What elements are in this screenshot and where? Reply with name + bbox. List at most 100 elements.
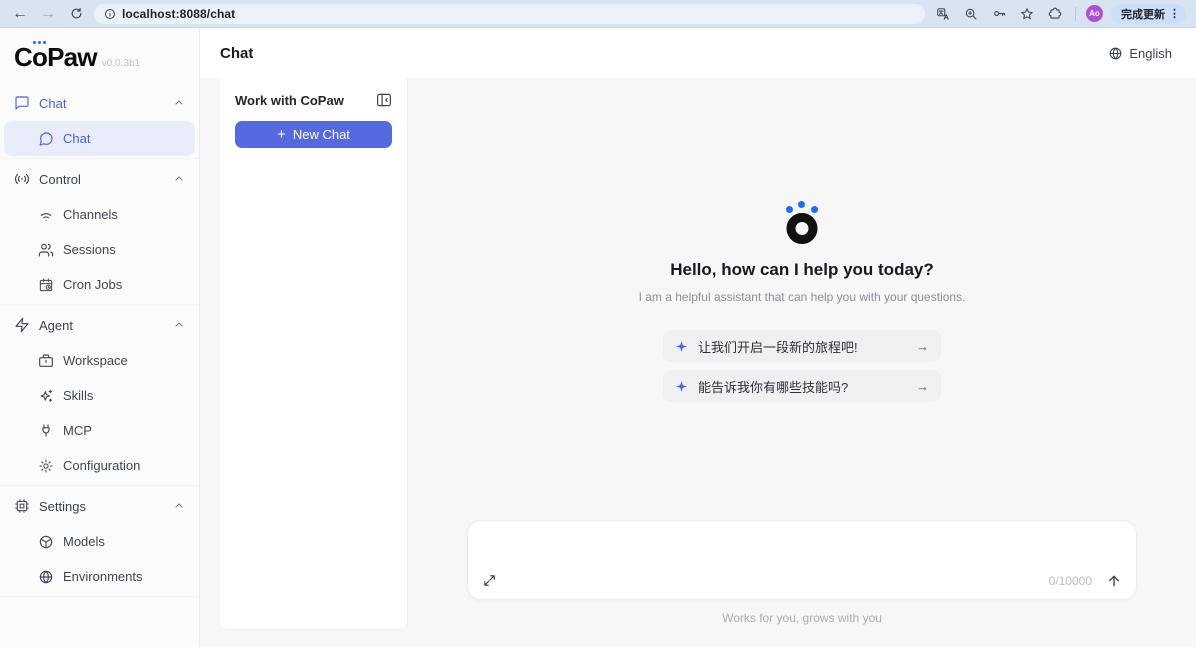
section-label: Control [39, 171, 81, 187]
extensions-icon[interactable] [1045, 4, 1065, 24]
profile-avatar[interactable]: Ao [1086, 5, 1103, 22]
sidebar-item-mcp[interactable]: MCP [0, 413, 199, 448]
app-shell: CoPaw v0.0.3b1 Chat Chat Control Channel… [0, 28, 1196, 647]
suggestion-text: 让我们开启一段新的旅程吧! [697, 339, 858, 355]
section-label: Chat [39, 95, 67, 111]
page-title: Chat [220, 44, 254, 62]
collapse-panel-icon[interactable] [375, 91, 393, 109]
model-sphere-icon [38, 534, 54, 550]
translate-icon[interactable] [933, 4, 953, 24]
users-icon [38, 242, 54, 258]
item-label: Channels [63, 207, 118, 222]
bookmark-star-icon[interactable] [1017, 4, 1037, 24]
broadcast-icon [14, 171, 30, 187]
wifi-icon [38, 207, 54, 223]
greeting-title: Hello, how can I help you today? [670, 260, 934, 279]
browser-reload-button[interactable] [66, 4, 86, 24]
arrow-right-icon: → [915, 378, 929, 394]
new-chat-button[interactable]: + New Chat [235, 121, 392, 148]
sidebar-item-models[interactable]: Models [0, 524, 199, 559]
content-area: Chat English Work with CoPaw + New Chat … [200, 28, 1196, 647]
chat-list-panel: Work with CoPaw + New Chat [220, 78, 408, 630]
nav-group-control: Control Channels Sessions Cron Jobs [0, 159, 199, 305]
brand-c: C [14, 42, 33, 72]
sidebar-section-settings[interactable]: Settings [0, 488, 199, 524]
sidebar: CoPaw v0.0.3b1 Chat Chat Control Channel… [0, 28, 200, 647]
composer-toolbar: 0/10000 [482, 573, 1122, 589]
suggestion-list: 让我们开启一段新的旅程吧! → 能告诉我你有哪些技能吗? → [662, 330, 941, 402]
item-label: MCP [63, 423, 92, 438]
browser-update-button[interactable]: 完成更新 ⋮ [1111, 3, 1186, 24]
browser-toolbar: ← → localhost:8088/chat Ao 完成更新 ⋮ [0, 0, 1196, 28]
address-bar[interactable]: localhost:8088/chat [94, 3, 925, 24]
send-icon[interactable] [1106, 573, 1122, 589]
chat-main: Hello, how can I help you today? I am a … [408, 78, 1196, 647]
language-switcher[interactable]: English [1108, 46, 1172, 61]
item-label: Models [63, 534, 105, 549]
paw-dots-icon [32, 41, 47, 45]
item-label: Sessions [63, 242, 116, 257]
calendar-clock-icon [38, 277, 54, 293]
item-label: Chat [63, 131, 91, 146]
item-label: Skills [63, 388, 94, 403]
plug-icon [38, 423, 54, 439]
browser-menu-icon[interactable]: ⋮ [1169, 7, 1180, 20]
chevron-up-icon[interactable] [173, 173, 185, 185]
sidebar-item-configuration[interactable]: Configuration [0, 448, 199, 483]
sidebar-item-sessions[interactable]: Sessions [0, 232, 199, 267]
site-info-icon[interactable] [104, 8, 116, 20]
suggestion-text: 能告诉我你有哪些技能吗? [697, 379, 849, 395]
briefcase-icon [38, 353, 54, 369]
sidebar-section-chat[interactable]: Chat [0, 85, 199, 121]
browser-forward-button[interactable]: → [38, 4, 58, 24]
password-key-icon[interactable] [989, 4, 1009, 24]
brand-o: o [31, 41, 48, 72]
gear-icon [38, 458, 54, 474]
message-input[interactable] [482, 531, 1122, 573]
expand-icon[interactable] [482, 573, 498, 589]
plus-icon: + [277, 126, 286, 143]
sidebar-section-control[interactable]: Control [0, 161, 199, 197]
hero-block: Hello, how can I help you today? I am a … [638, 200, 966, 402]
chat-panel-header: Work with CoPaw [220, 78, 407, 119]
sidebar-item-cron-jobs[interactable]: Cron Jobs [0, 267, 199, 302]
sidebar-nav: Chat Chat Control Channels Sessions Cron… [0, 83, 199, 647]
language-label: English [1129, 45, 1172, 61]
sidebar-item-channels[interactable]: Channels [0, 197, 199, 232]
sidebar-item-chat[interactable]: Chat [4, 121, 195, 156]
section-label: Agent [39, 317, 73, 333]
sparkle-icon [675, 380, 688, 393]
toolbar-divider [1075, 6, 1076, 21]
sidebar-item-skills[interactable]: Skills [0, 378, 199, 413]
sparkles-icon [38, 388, 54, 404]
browser-back-button[interactable]: ← [10, 4, 30, 24]
nav-group-chat: Chat Chat [0, 83, 199, 159]
chevron-up-icon[interactable] [173, 500, 185, 512]
section-label: Settings [39, 498, 86, 514]
cpu-icon [14, 498, 30, 514]
chevron-up-icon[interactable] [173, 97, 185, 109]
chat-square-icon [14, 95, 30, 111]
zoom-icon[interactable] [961, 4, 981, 24]
arrow-right-icon: → [915, 338, 929, 354]
url-text: localhost:8088/chat [122, 6, 236, 21]
page-header: Chat English [200, 28, 1196, 78]
sidebar-section-agent[interactable]: Agent [0, 307, 199, 343]
chevron-up-icon[interactable] [173, 319, 185, 331]
greeting-subtitle: I am a helpful assistant that can help y… [638, 290, 966, 304]
chat-panel-title: Work with CoPaw [235, 92, 344, 108]
globe-icon [38, 569, 54, 585]
new-chat-label: New Chat [292, 127, 350, 142]
suggestion-chip[interactable]: 能告诉我你有哪些技能吗? → [662, 370, 941, 402]
copaw-paw-logo-icon [778, 200, 826, 244]
char-counter: 0/10000 [1048, 574, 1092, 588]
sidebar-item-workspace[interactable]: Workspace [0, 343, 199, 378]
item-label: Environments [63, 569, 143, 584]
brand-rest: Paw [47, 42, 97, 72]
item-label: Workspace [63, 353, 128, 368]
body-area: Work with CoPaw + New Chat Hello, how ca… [200, 78, 1196, 647]
suggestion-chip[interactable]: 让我们开启一段新的旅程吧! → [662, 330, 941, 362]
item-label: Cron Jobs [63, 277, 123, 292]
message-composer: 0/10000 [467, 520, 1137, 600]
sidebar-item-environments[interactable]: Environments [0, 559, 199, 594]
